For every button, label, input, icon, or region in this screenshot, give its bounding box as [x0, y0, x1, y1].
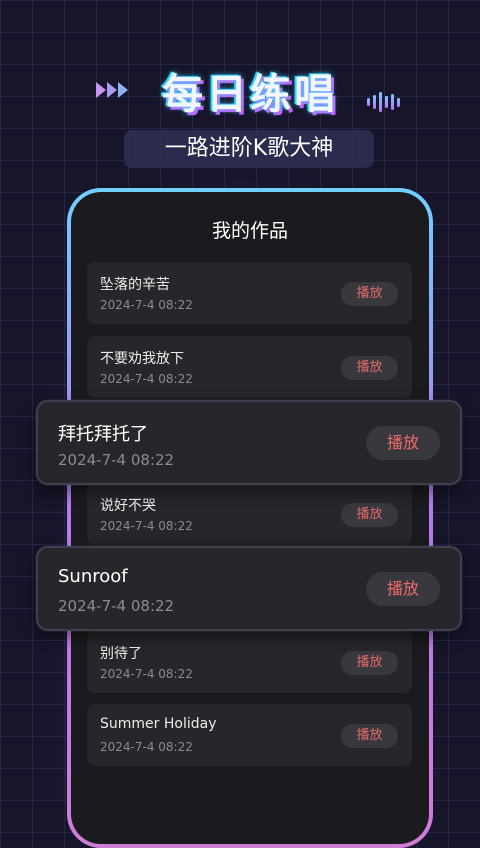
song-name: Summer Holiday [100, 716, 217, 732]
play-button[interactable]: 播放 [341, 724, 398, 748]
play-button[interactable]: 播放 [341, 503, 398, 527]
triple-chevron-right-icon [96, 82, 128, 98]
list-item[interactable]: 说好不哭 2024-7-4 08:22 播放 [87, 483, 412, 545]
song-name: 坠落的辛苦 [100, 277, 170, 293]
song-name: 不要劝我放下 [100, 351, 184, 367]
highlighted-song-card[interactable]: Sunroof 2024-7-4 08:22 播放 [36, 546, 462, 631]
song-name: 说好不哭 [100, 498, 156, 514]
play-button[interactable]: 播放 [366, 426, 440, 460]
page-headline: 每日练唱 [162, 70, 338, 118]
highlighted-song-card[interactable]: 拜托拜托了 2024-7-4 08:22 播放 [36, 400, 462, 485]
song-date: 2024-7-4 08:22 [58, 597, 175, 615]
song-date: 2024-7-4 08:22 [100, 740, 193, 754]
song-name: Sunroof [58, 566, 128, 587]
song-name: 别待了 [100, 646, 142, 662]
list-item[interactable]: Summer Holiday 2024-7-4 08:22 播放 [87, 704, 412, 766]
song-date: 2024-7-4 08:22 [100, 667, 193, 681]
song-date: 2024-7-4 08:22 [100, 298, 193, 312]
list-item[interactable]: 不要劝我放下 2024-7-4 08:22 播放 [87, 336, 412, 398]
list-item[interactable]: 坠落的辛苦 2024-7-4 08:22 播放 [87, 262, 412, 324]
sound-wave-icon [367, 92, 400, 112]
song-date: 2024-7-4 08:22 [100, 372, 193, 386]
play-button[interactable]: 播放 [341, 651, 398, 675]
song-name: 拜托拜托了 [58, 424, 148, 445]
my-works-title: 我的作品 [211, 220, 288, 242]
song-date: 2024-7-4 08:22 [58, 451, 175, 469]
song-date: 2024-7-4 08:22 [100, 519, 193, 533]
play-button[interactable]: 播放 [341, 282, 398, 306]
play-button[interactable]: 播放 [341, 356, 398, 380]
subtitle-banner: 一路进阶K歌大神 [124, 130, 374, 168]
play-button[interactable]: 播放 [366, 572, 440, 606]
list-item[interactable]: 别待了 2024-7-4 08:22 播放 [87, 631, 412, 693]
